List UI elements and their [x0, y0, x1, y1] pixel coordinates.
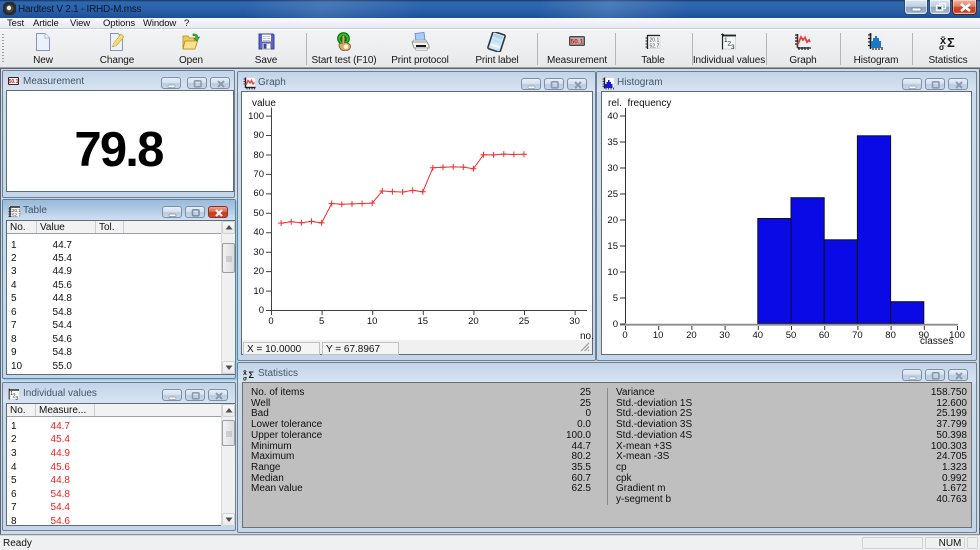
svg-text:Σ: Σ	[249, 370, 255, 380]
svg-text:3: 3	[731, 44, 735, 51]
svg-text:3: 3	[15, 396, 18, 400]
svg-text:52.7: 52.7	[12, 213, 21, 218]
svg-text:50.1: 50.1	[9, 79, 19, 85]
svg-text:50.1: 50.1	[571, 39, 584, 46]
svg-text:σ: σ	[939, 43, 945, 52]
svg-text:σ: σ	[243, 377, 247, 382]
svg-text:Σ: Σ	[947, 35, 955, 50]
svg-text:52.7: 52.7	[650, 44, 660, 50]
